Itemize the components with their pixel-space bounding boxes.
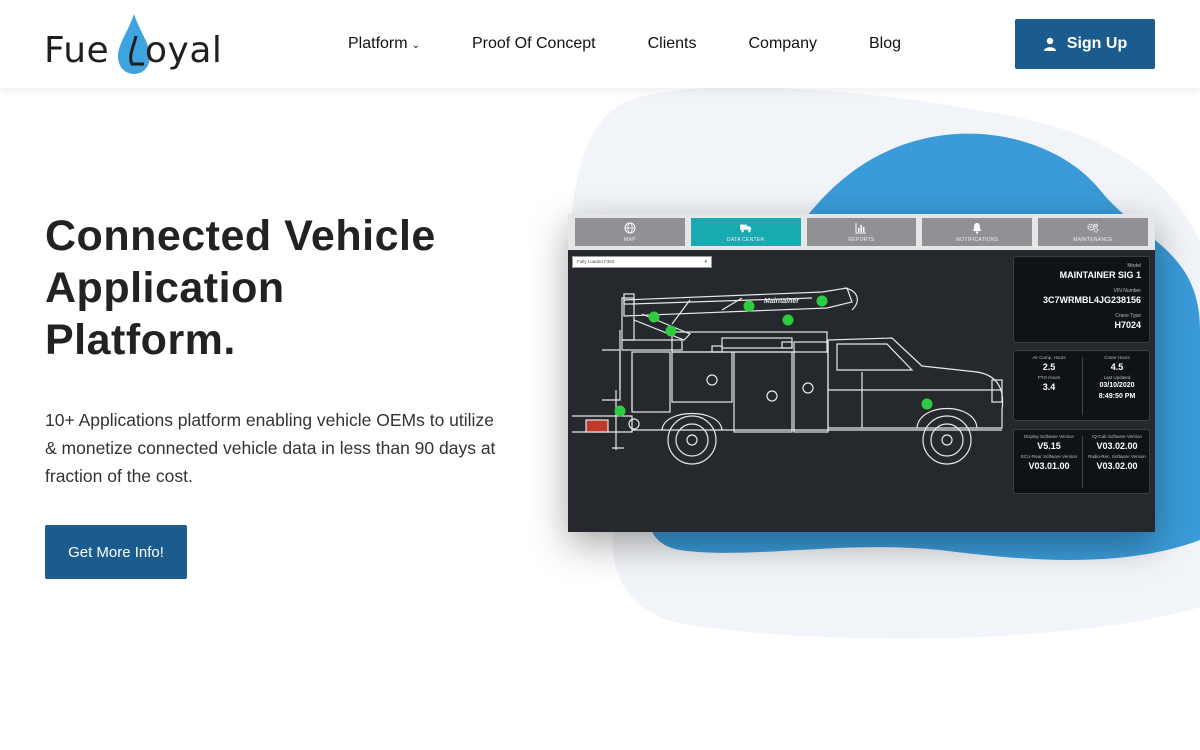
truck-brand-label: Maintainer <box>764 298 800 305</box>
chevron-down-icon: ⌄ <box>411 39 420 51</box>
bar-chart-icon <box>855 222 867 233</box>
sign-up-button[interactable]: Sign Up <box>1015 19 1155 69</box>
dashboard-screenshot: MAP DATA CENTER REPORTS NOTIFICATIONS MA… <box>568 214 1155 532</box>
tab-label: MAP <box>624 236 636 243</box>
last-updated-time: 8:49:50 PM <box>1098 393 1136 400</box>
truck-diagram: Maintainer <box>572 287 1004 465</box>
software-right-column: IQ-Cab Software Version V03.02.00 Radio-… <box>1084 434 1150 474</box>
hero-title: Connected Vehicle Application Platform. <box>45 210 525 366</box>
ecu-sw-value: V03.01.00 <box>1028 461 1070 471</box>
gears-icon <box>1087 223 1099 233</box>
vehicle-select-value: Fully Loaded F350 <box>577 259 615 264</box>
crane-hours-value: 4.5 <box>1110 362 1124 372</box>
tab-notifications[interactable]: NOTIFICATIONS <box>922 218 1033 246</box>
site-header: Fue oyal Platform ⌄ Proof Of Concept Cli… <box>0 0 1200 88</box>
model-label: Model <box>1127 263 1141 269</box>
display-sw-value: V5.15 <box>1037 441 1061 451</box>
chevron-down-icon: ▾ <box>704 259 707 265</box>
bell-icon <box>973 222 982 234</box>
vehicle-info-card: Model MAINTAINER SIG 1 VIN Number 3C7WRM… <box>1013 256 1150 343</box>
hero-title-line: Platform. <box>45 316 236 364</box>
crane-type-value: H7024 <box>1114 320 1141 330</box>
dashboard-tabs: MAP DATA CENTER REPORTS NOTIFICATIONS MA… <box>568 214 1155 250</box>
software-info-card: Display Software Version V5.15 ECU-Rear … <box>1013 429 1150 494</box>
air-comp-value: 2.5 <box>1042 362 1056 372</box>
nav-item-label: Blog <box>868 35 902 52</box>
truck-icon <box>739 224 751 232</box>
get-more-info-button[interactable]: Get More Info! <box>45 525 187 579</box>
nav-item-clients[interactable]: Clients <box>648 34 697 54</box>
nav-item-platform[interactable]: Platform ⌄ <box>348 34 420 54</box>
cab-sw-value: V03.02.00 <box>1096 441 1138 451</box>
hero-title-line: Connected Vehicle <box>45 212 436 260</box>
software-left-column: Display Software Version V5.15 ECU-Rear … <box>1016 434 1082 474</box>
vin-value: 3C7WRMBL4JG238156 <box>1042 295 1141 305</box>
hours-left-column: Air Comp. Hours 2.5 PTO Hours 3.4 <box>1016 355 1082 395</box>
tab-data-center[interactable]: DATA CENTER <box>690 218 801 246</box>
nav-item-blog[interactable]: Blog <box>869 34 901 54</box>
crane-type-label: Crane Type <box>1115 313 1141 319</box>
page: Fue oyal Platform ⌄ Proof Of Concept Cli… <box>0 0 1200 750</box>
nav-item-label: Company <box>748 35 817 52</box>
tab-label: REPORTS <box>848 236 875 243</box>
nav-item-label: Platform <box>348 35 408 52</box>
nav-item-label: Clients <box>647 35 697 52</box>
user-icon <box>1043 37 1056 51</box>
cta-label: Get More Info! <box>68 543 164 561</box>
tab-label: DATA CENTER <box>726 236 765 243</box>
radio-sw-value: V03.02.00 <box>1096 461 1138 471</box>
tab-maintenance[interactable]: MAINTENANCE <box>1038 218 1148 246</box>
card-divider <box>1082 436 1083 488</box>
nav-item-proof-of-concept[interactable]: Proof Of Concept <box>472 34 596 54</box>
vehicle-select[interactable]: Fully Loaded F350 ▾ <box>572 256 712 268</box>
tab-map[interactable]: MAP <box>575 218 685 246</box>
model-value: MAINTAINER SIG 1 <box>1059 270 1141 280</box>
sign-up-label: Sign Up <box>1066 35 1128 52</box>
hours-right-column: Crane Hours 4.5 Last Updated 03/10/2020 … <box>1084 355 1150 403</box>
vin-label: VIN Number <box>1113 288 1141 294</box>
hours-info-card: Air Comp. Hours 2.5 PTO Hours 3.4 Crane … <box>1013 350 1150 421</box>
tab-reports[interactable]: REPORTS <box>806 218 917 246</box>
tab-label: NOTIFICATIONS <box>956 236 999 243</box>
pto-value: 3.4 <box>1042 382 1056 392</box>
brand-logo[interactable]: Fue oyal <box>44 12 239 76</box>
hero-description: 10+ Applications platform enabling vehic… <box>45 410 496 486</box>
brand-wordmark: Fue oyal <box>44 30 223 71</box>
nav-item-label: Proof Of Concept <box>471 35 596 52</box>
main-nav: Platform ⌄ Proof Of Concept Clients Comp… <box>348 34 953 54</box>
card-divider <box>1082 357 1083 415</box>
nav-item-company[interactable]: Company <box>749 34 817 54</box>
last-updated-date: 03/10/2020 <box>1099 382 1135 389</box>
tab-label: MAINTENANCE <box>1073 236 1113 243</box>
globe-icon <box>624 222 636 233</box>
hero-title-line: Application <box>45 264 285 312</box>
